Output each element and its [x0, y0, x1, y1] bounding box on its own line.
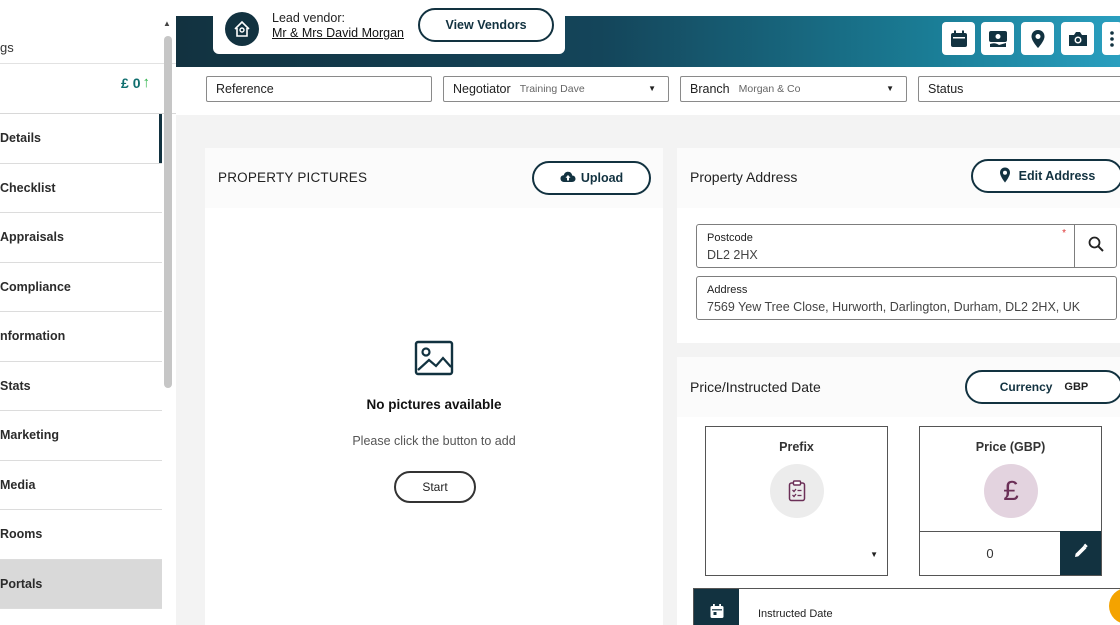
property-pictures-header: PROPERTY PICTURES Upload: [205, 148, 663, 208]
sidebar-item-label: Compliance: [0, 279, 71, 294]
empty-state-title: No pictures available: [366, 397, 502, 412]
clipboard-icon: [770, 464, 824, 518]
edit-price-button[interactable]: [1060, 531, 1101, 575]
chevron-down-icon: ▼: [886, 84, 894, 93]
sidebar-item-checklist[interactable]: Checklist: [0, 164, 162, 213]
calendar-icon[interactable]: [694, 589, 739, 625]
lead-vendor-link[interactable]: Mr & Mrs David Morgan: [272, 26, 404, 40]
address-label: Address: [707, 284, 748, 296]
sidebar-item-label: nformation: [0, 329, 66, 344]
currency-label: Currency: [999, 380, 1053, 394]
price-title: Price/Instructed Date: [690, 379, 821, 395]
sidebar-item-label: Rooms: [0, 527, 43, 542]
price-input[interactable]: 0: [920, 531, 1060, 575]
branch-label: Branch: [690, 82, 730, 96]
sidebar-scrollbar[interactable]: [164, 36, 172, 388]
sidebar-header-label: gs: [0, 40, 14, 55]
balance-value: £ 0: [121, 74, 141, 91]
pencil-icon: [1073, 543, 1089, 564]
property-pictures-title: PROPERTY PICTURES: [218, 170, 368, 185]
sidebar-item-portals[interactable]: Portals: [0, 559, 162, 609]
sidebar-item-label: Checklist: [0, 180, 56, 195]
location-pin-icon: [999, 167, 1011, 186]
sidebar-item-information[interactable]: nformation: [0, 312, 162, 362]
sidebar-header: gs: [0, 16, 176, 64]
view-vendors-button[interactable]: View Vendors: [418, 8, 554, 42]
property-address-title: Property Address: [690, 169, 798, 185]
branch-value: Morgan & Co: [738, 83, 801, 95]
negotiator-select[interactable]: Negotiator Training Dave ▼: [443, 76, 669, 102]
prefix-select[interactable]: Prefix ▼: [705, 426, 888, 576]
price-box: Price (GBP) £ 0: [919, 426, 1102, 576]
price-label: Price (GBP): [975, 440, 1046, 454]
start-button[interactable]: Start: [394, 471, 476, 503]
image-placeholder-icon: [414, 340, 454, 381]
sidebar-item-label: Portals: [0, 576, 43, 591]
location-pin-icon[interactable]: [1021, 22, 1054, 55]
sidebar-item-details[interactable]: Details: [0, 114, 162, 164]
up-arrow-icon: ↑: [142, 74, 151, 91]
currency-button[interactable]: Currency GBP: [965, 370, 1120, 404]
sidebar-item-label: Details: [0, 131, 41, 146]
instructed-date-field[interactable]: Instructed Date: [693, 588, 1120, 625]
postcode-value: DL2 2HX: [707, 248, 758, 262]
instructed-date-label: Instructed Date: [758, 608, 833, 620]
filter-bar: Reference Negotiator Training Dave ▼ Bra…: [176, 67, 1120, 115]
prefix-label: Prefix: [779, 440, 814, 454]
reference-field[interactable]: Reference: [206, 76, 432, 102]
lead-vendor-card: Lead vendor: Mr & Mrs David Morgan View …: [213, 8, 565, 54]
upload-button[interactable]: Upload: [532, 161, 651, 195]
sidebar-item-media[interactable]: Media: [0, 461, 162, 510]
sidebar: gs £ 0 ↑ Details Checklist Appraisals Co…: [0, 16, 176, 625]
property-header: Lead vendor: Mr & Mrs David Morgan View …: [176, 8, 1120, 67]
postcode-search-button[interactable]: [1074, 225, 1116, 267]
pound-icon: £: [984, 464, 1038, 518]
sidebar-item-label: Media: [0, 477, 36, 492]
sidebar-item-label: Appraisals: [0, 230, 64, 245]
sidebar-item-label: Stats: [0, 378, 31, 393]
edit-address-button[interactable]: Edit Address: [971, 159, 1120, 193]
sidebar-item-label: Marketing: [0, 428, 60, 443]
balance-amount: £ 0 ↑: [121, 74, 150, 91]
negotiator-value: Training Dave: [519, 83, 585, 95]
empty-state-subtitle: Please click the button to add: [352, 434, 516, 448]
money-icon[interactable]: [981, 22, 1014, 55]
sidebar-item-rooms[interactable]: Rooms: [0, 510, 162, 560]
branch-select[interactable]: Branch Morgan & Co ▼: [680, 76, 907, 102]
currency-value: GBP: [1064, 381, 1089, 393]
cloud-upload-icon: [560, 171, 576, 186]
top-strip: [0, 0, 1120, 16]
sidebar-item-appraisals[interactable]: Appraisals: [0, 213, 162, 263]
price-card: Price/Instructed Date Currency GBP Prefi…: [677, 357, 1120, 625]
chevron-down-icon: ▼: [648, 84, 656, 93]
sidebar-item-marketing[interactable]: Marketing: [0, 411, 162, 461]
sidebar-item-compliance[interactable]: Compliance: [0, 263, 162, 312]
upload-label: Upload: [580, 171, 624, 185]
property-address-header: Property Address Edit Address: [677, 148, 1120, 208]
camera-icon[interactable]: [1061, 22, 1094, 55]
house-user-icon: [225, 12, 259, 46]
property-pictures-card: PROPERTY PICTURES Upload No pictures ava…: [205, 148, 663, 625]
address-field[interactable]: Address 7569 Yew Tree Close, Hurworth, D…: [696, 276, 1117, 320]
address-value: 7569 Yew Tree Close, Hurworth, Darlingto…: [707, 300, 1081, 314]
edit-address-label: Edit Address: [1018, 169, 1096, 183]
more-icon[interactable]: [1102, 22, 1120, 55]
price-header: Price/Instructed Date Currency GBP: [677, 357, 1120, 417]
scroll-up-arrow-icon[interactable]: ▲: [163, 19, 171, 28]
postcode-field[interactable]: Postcode * DL2 2HX: [696, 224, 1117, 268]
sidebar-item-stats[interactable]: Stats: [0, 362, 162, 411]
calendar-icon[interactable]: [942, 22, 975, 55]
reference-placeholder: Reference: [216, 82, 274, 96]
status-label: Status: [928, 82, 964, 96]
postcode-label: Postcode: [707, 232, 753, 244]
chevron-down-icon: ▼: [870, 550, 878, 559]
sidebar-balance: £ 0 ↑: [0, 64, 176, 114]
negotiator-label: Negotiator: [453, 82, 511, 96]
lead-vendor-label: Lead vendor:: [272, 11, 345, 25]
search-icon: [1088, 236, 1104, 257]
status-select[interactable]: Status: [918, 76, 1120, 102]
required-marker: *: [1062, 228, 1066, 239]
property-address-card: Property Address Edit Address Postcode *…: [677, 148, 1120, 343]
